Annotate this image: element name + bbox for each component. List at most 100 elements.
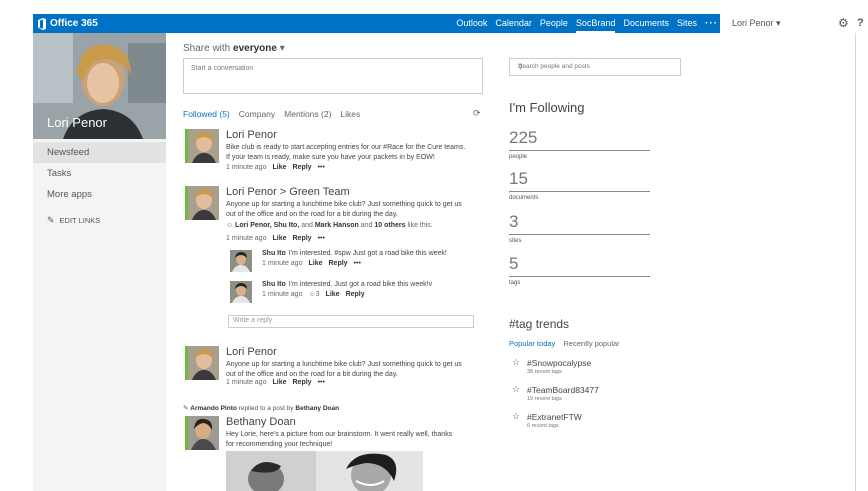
avatar[interactable] — [230, 250, 252, 272]
reply-author[interactable]: Shu Ito — [262, 250, 286, 257]
likes-icon: ☺ — [226, 222, 236, 229]
avatar[interactable] — [230, 281, 252, 303]
share-with[interactable]: Share with everyone ▾ — [183, 43, 285, 54]
like-button[interactable]: Like — [272, 164, 286, 171]
reply-button[interactable]: Reply — [329, 260, 348, 267]
likes-text: like this. — [405, 222, 433, 229]
avatar[interactable] — [185, 129, 219, 163]
tab-recently-popular[interactable]: Recently popular — [563, 339, 619, 348]
liker-names[interactable]: Lori Penor, Shu Ito, — [235, 222, 299, 229]
activity-line: ✎ Armando Pinto replied to a post by Bet… — [183, 404, 339, 412]
profile-name: Lori Penor — [47, 115, 107, 130]
activity-text: replied to a post by — [236, 405, 296, 412]
stat-label: tags — [509, 280, 521, 286]
left-rail: Lori Penor Newsfeed Tasks More apps ✎ ED… — [33, 33, 166, 491]
nav-people[interactable]: People — [540, 14, 568, 33]
reply-author[interactable]: Shu Ito — [262, 281, 286, 288]
post-actions: 1 minute ago Like Reply ••• — [226, 164, 325, 171]
leftnav-tasks[interactable]: Tasks — [33, 163, 166, 184]
nav-documents[interactable]: Documents — [623, 14, 669, 33]
post-time: 1 minute ago — [226, 164, 267, 171]
more-icon[interactable]: ••• — [318, 164, 325, 171]
activity-target[interactable]: Bethany Doan — [295, 405, 339, 412]
nav-socbrand[interactable]: SocBrand — [575, 14, 615, 33]
avatar[interactable] — [185, 416, 219, 450]
more-icon[interactable]: ••• — [318, 379, 325, 386]
more-apps-icon[interactable]: ··· — [705, 18, 718, 29]
post-author[interactable]: Lori Penor > Green Team — [226, 186, 350, 198]
reply-text: Shu Ito I'm interested. #spw Just got a r… — [262, 250, 447, 257]
more-icon[interactable]: ••• — [318, 235, 325, 242]
tag-trends-tabs: Popular today Recently popular — [509, 339, 620, 348]
user-menu[interactable]: Lori Penor ▾ — [732, 18, 781, 29]
post-author[interactable]: Lori Penor — [226, 346, 277, 358]
reply-button[interactable]: Reply — [293, 379, 312, 386]
tag-name[interactable]: #Snowpocalypse — [527, 358, 591, 368]
search-input[interactable]: Search people and posts ⚲ — [509, 58, 681, 76]
star-icon[interactable]: ☆ — [512, 357, 520, 368]
avatar[interactable] — [185, 346, 219, 380]
stat-label: sites — [509, 238, 522, 244]
gear-icon[interactable]: ⚙ — [838, 16, 849, 30]
share-audience: everyone — [233, 43, 277, 54]
refresh-icon[interactable]: ⟳ — [473, 108, 481, 119]
like-button[interactable]: Like — [272, 235, 286, 242]
reply-button[interactable]: Reply — [293, 164, 312, 171]
leftnav-more-apps[interactable]: More apps — [33, 184, 166, 205]
like-button[interactable]: Like — [308, 260, 322, 267]
tag-count: 19 recent tags — [527, 396, 562, 402]
more-icon[interactable]: ••• — [354, 260, 361, 267]
post-author[interactable]: Lori Penor — [226, 129, 277, 141]
reply-time: 1 minute ago — [262, 260, 303, 267]
nav-calendar[interactable]: Calendar — [495, 14, 532, 33]
stat-people[interactable]: 225 people — [509, 128, 650, 160]
likes-others[interactable]: 10 others — [374, 222, 405, 229]
left-navigation: Newsfeed Tasks More apps — [33, 142, 166, 205]
conversation-input[interactable]: Start a conversation — [183, 58, 483, 94]
tab-popular-today[interactable]: Popular today — [509, 339, 555, 348]
brand-label: Office 365 — [50, 18, 98, 29]
post-body: Anyone up for starting a lunchtime bike … — [226, 201, 462, 218]
stat-label: documents — [509, 195, 539, 201]
post-time: 1 minute ago — [226, 235, 267, 242]
star-icon[interactable]: ☆ — [512, 411, 520, 422]
stat-value: 3 — [509, 212, 519, 231]
help-icon[interactable]: ? — [857, 17, 864, 29]
nav-outlook[interactable]: Outlook — [456, 14, 487, 33]
stat-sites[interactable]: 3 sites — [509, 212, 650, 244]
tab-company[interactable]: Company — [239, 109, 275, 119]
activity-actor[interactable]: Armando Pinto — [190, 405, 237, 412]
write-reply-input[interactable]: Write a reply — [228, 315, 474, 328]
likes-text: and — [299, 222, 315, 229]
reply-button[interactable]: Reply — [346, 291, 365, 298]
stat-label: people — [509, 154, 528, 160]
stat-documents[interactable]: 15 documents — [509, 169, 650, 201]
tab-mentions[interactable]: Mentions (2) — [284, 109, 331, 119]
edit-links-button[interactable]: ✎ EDIT LINKS — [47, 215, 100, 226]
office-365-logo[interactable]: Office 365 — [37, 16, 98, 31]
profile-photo[interactable]: Lori Penor — [33, 33, 166, 139]
tag-count: 38 recent tags — [527, 369, 562, 375]
like-button[interactable]: Like — [326, 291, 340, 298]
like-button[interactable]: Like — [272, 379, 286, 386]
post-image[interactable] — [226, 451, 423, 491]
like-count-icon: ☺ — [308, 291, 316, 298]
leftnav-newsfeed[interactable]: Newsfeed — [33, 142, 166, 163]
reply-actions: 1 minute ago Like Reply ••• — [262, 260, 361, 267]
tag-name[interactable]: #TeamBoard83477 — [527, 385, 599, 395]
like-count: 3 — [315, 291, 320, 298]
stat-value: 5 — [509, 254, 519, 273]
conversation-placeholder: Start a conversation — [191, 65, 254, 72]
post-author[interactable]: Bethany Doan — [226, 416, 296, 428]
avatar[interactable] — [185, 186, 219, 220]
reply-button[interactable]: Reply — [293, 235, 312, 242]
tab-followed[interactable]: Followed (5) — [183, 109, 230, 119]
star-icon[interactable]: ☆ — [512, 384, 520, 395]
tab-likes[interactable]: Likes — [340, 109, 360, 119]
nav-sites[interactable]: Sites — [677, 14, 697, 33]
search-icon[interactable]: ⚲ — [518, 63, 523, 71]
stat-tags[interactable]: 5 tags — [509, 254, 650, 286]
reply-body: I'm interested. Just got a road bike thi… — [288, 281, 433, 288]
liker-name[interactable]: Mark Hanson — [315, 222, 359, 229]
tag-name[interactable]: #ExtranetFTW — [527, 412, 582, 422]
